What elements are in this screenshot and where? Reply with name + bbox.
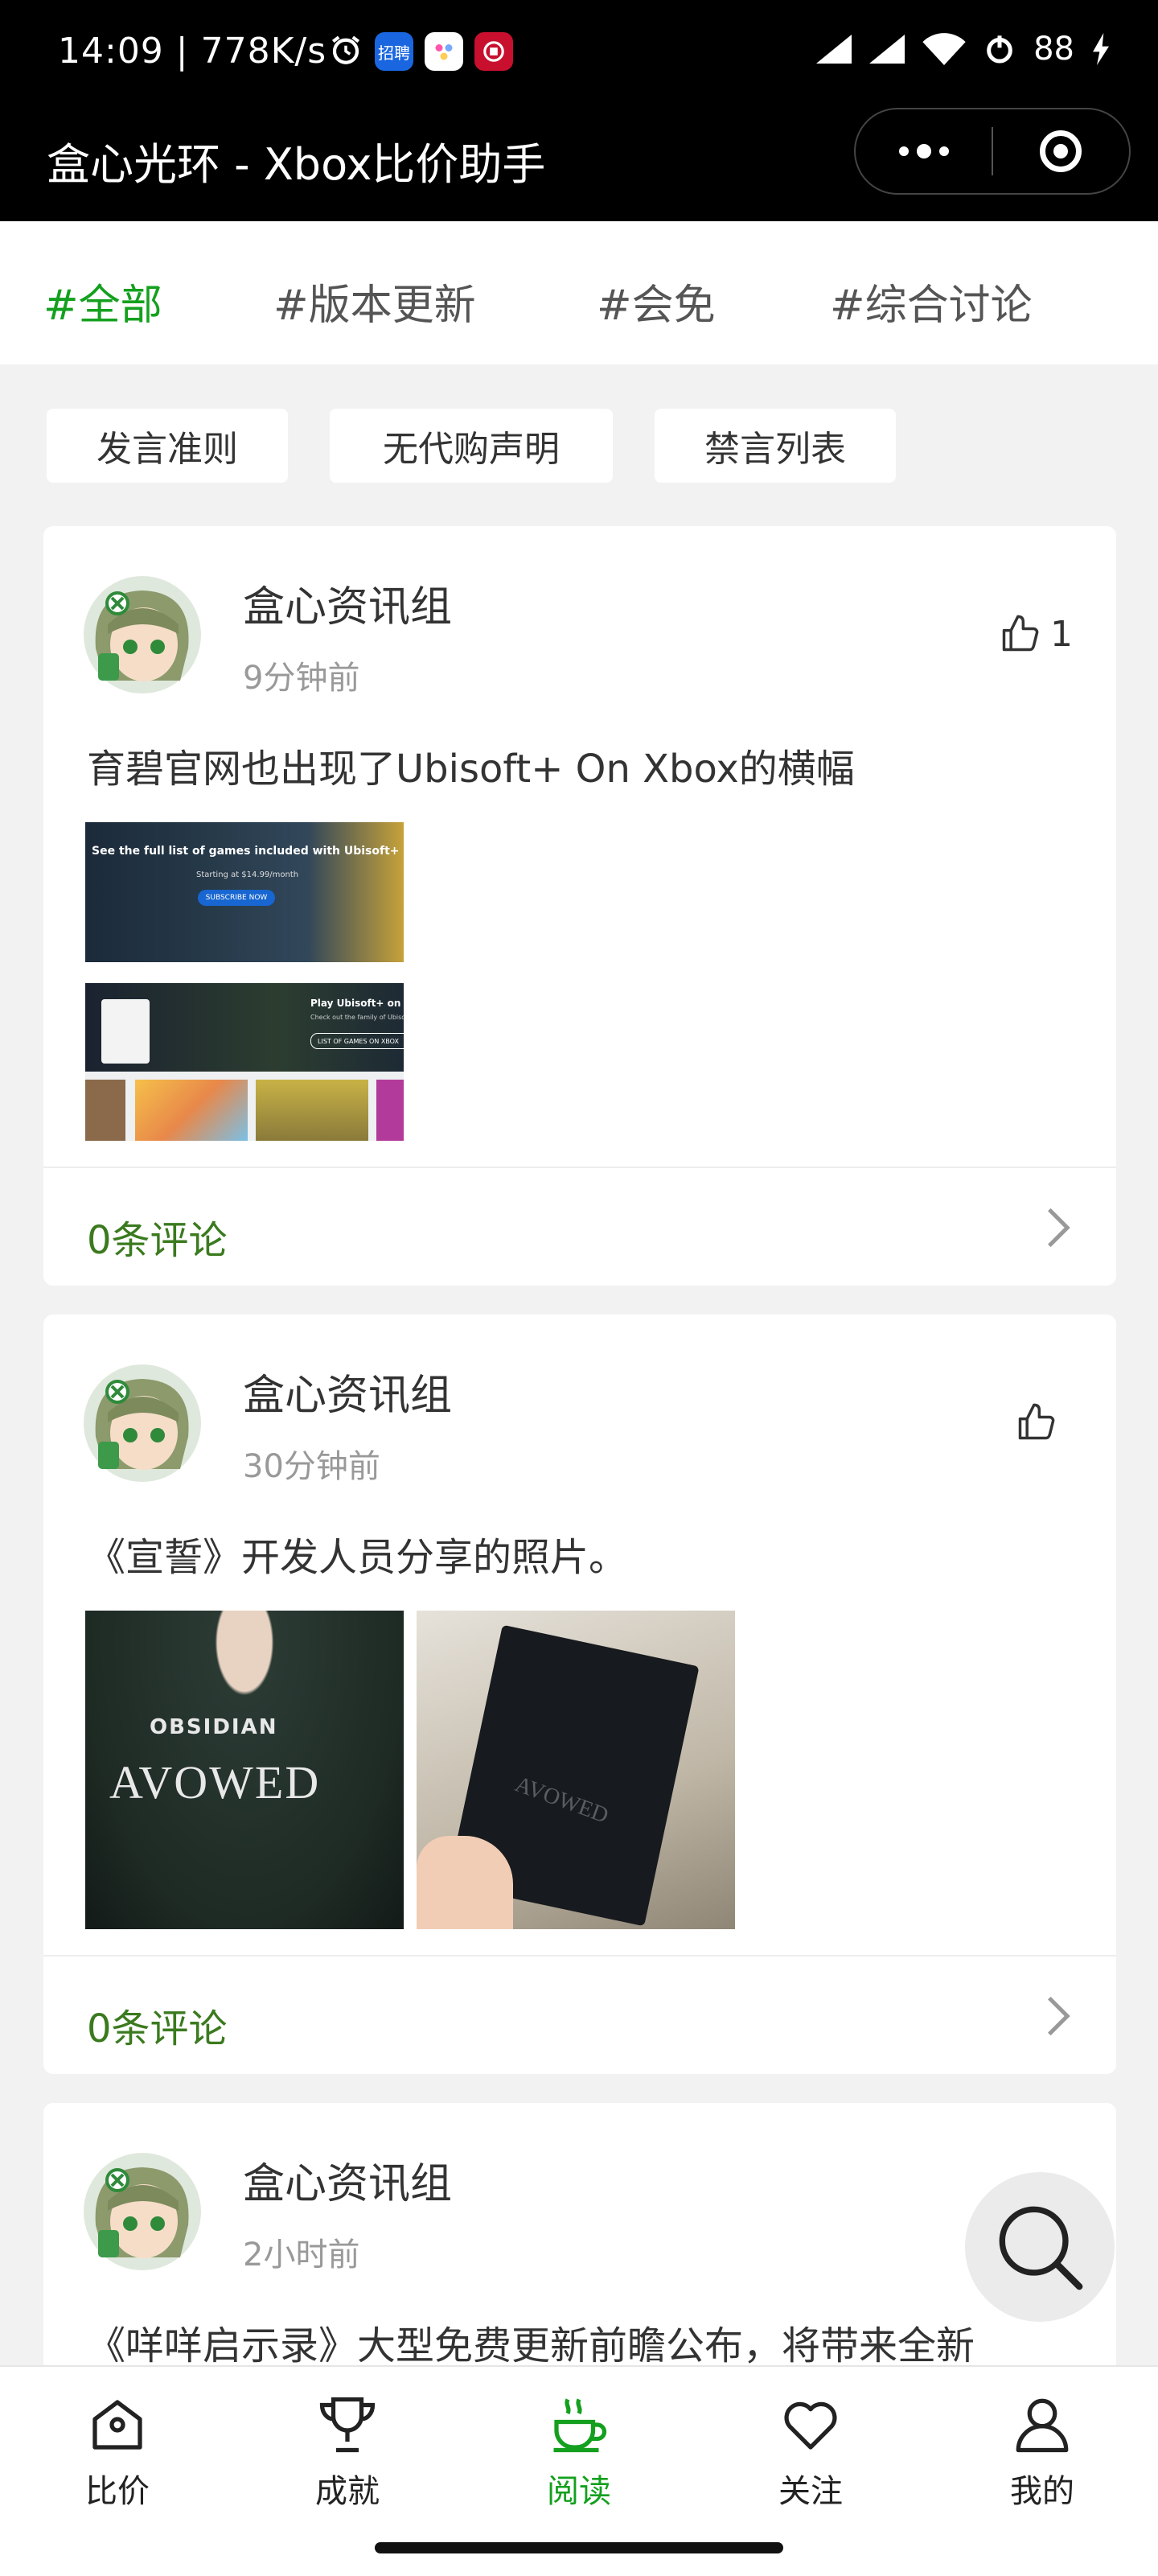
post-card[interactable]: 盒心资讯组 9分钟前 1 育碧官网也出现了Ubisoft+ On Xbox的横幅… [43, 526, 1116, 1286]
avatar[interactable] [84, 1364, 201, 1482]
post-image[interactable]: See the full list of games included with… [85, 822, 404, 962]
bank-app-icon [474, 32, 513, 71]
nav-item-price-compare[interactable]: 比价 [53, 2391, 182, 2512]
status-notification-icons: 招聘 [328, 32, 513, 71]
post-image[interactable]: AVOWED [417, 1611, 735, 1929]
image-caption: OBSIDIAN [150, 1715, 278, 1739]
post-image[interactable]: OBSIDIAN AVOWED [85, 1611, 404, 1929]
charging-icon [1093, 33, 1109, 65]
signal-icon [816, 35, 852, 64]
image-button: SUBSCRIBE NOW [198, 890, 275, 906]
like-button[interactable] [1015, 1401, 1066, 1443]
divider [43, 1955, 1116, 1957]
nav-item-mine[interactable]: 我的 [978, 2391, 1107, 2512]
nav-item-achievements[interactable]: 成就 [283, 2391, 412, 2512]
like-count: 1 [1050, 613, 1073, 655]
home-indicator[interactable] [375, 2542, 783, 2553]
avatar[interactable] [84, 2153, 201, 2270]
image-button: LIST OF GAMES ON XBOX [310, 1033, 404, 1049]
more-button[interactable] [856, 144, 992, 158]
like-button[interactable]: 1 [999, 613, 1073, 655]
heart-icon [784, 2401, 837, 2450]
battery-level: 88 [1033, 31, 1074, 68]
chevron-right-icon[interactable] [1044, 1994, 1073, 2039]
author-name[interactable]: 盒心资讯组 [243, 573, 452, 633]
search-button[interactable] [965, 2172, 1115, 2322]
recruit-app-icon: 招聘 [375, 32, 413, 71]
house-tag-icon [92, 2400, 142, 2450]
post-text[interactable]: 《咩咩启示录》大型免费更新前瞻公布，将带来全新 [87, 2314, 975, 2370]
no-proxy-statement-button[interactable]: 无代购声明 [330, 409, 613, 483]
tab-general-discussion[interactable]: #综合讨论 [830, 271, 1033, 331]
image-caption: See the full list of games included with… [92, 845, 400, 858]
post-time: 30分钟前 [243, 1448, 380, 1485]
post-time: 2小时前 [243, 2237, 360, 2274]
author-name[interactable]: 盒心资讯组 [243, 2150, 452, 2210]
image-subcaption: Starting at $14.99/month [196, 870, 299, 879]
post-card[interactable]: 盒心资讯组 30分钟前 《宣誓》开发人员分享的照片。 OBSIDIAN AVOW… [43, 1315, 1116, 2074]
ban-list-button[interactable]: 禁言列表 [655, 409, 896, 483]
page-title: 盒心光环 - Xbox比价助手 [47, 139, 546, 190]
comment-count-link[interactable]: 0条评论 [87, 1997, 228, 2053]
post-text[interactable]: 育碧官网也出现了Ubisoft+ On Xbox的横幅 [87, 737, 855, 793]
post-image[interactable]: Play Ubisoft+ on Xbox Check out the fami… [85, 983, 404, 1141]
close-target-icon [1040, 130, 1082, 172]
nav-label: 我的 [1010, 2473, 1074, 2510]
nav-item-reading[interactable]: 阅读 [515, 2391, 643, 2512]
close-button[interactable] [993, 130, 1129, 172]
more-dot [916, 144, 931, 158]
author-name[interactable]: 盒心资讯组 [243, 1361, 452, 1422]
tab-free-games[interactable]: #会免 [597, 271, 716, 331]
image-subcaption: AVOWED [109, 1756, 321, 1809]
nav-label: 关注 [778, 2473, 843, 2510]
image-caption: Play Ubisoft+ on Xbox [310, 998, 404, 1009]
speech-rules-button[interactable]: 发言准则 [47, 409, 288, 483]
status-time: 14:09 | 778K/s [58, 31, 327, 72]
alarm-icon [328, 32, 363, 68]
nav-label: 阅读 [547, 2473, 611, 2510]
thumbs-up-icon [1018, 1403, 1055, 1440]
more-dot [938, 146, 949, 156]
status-bar: 14:09 | 778K/s 招聘 88 [0, 0, 1158, 105]
mini-program-capsule [854, 108, 1131, 195]
person-icon [1016, 2398, 1069, 2453]
coffee-cup-icon [553, 2398, 607, 2453]
avatar[interactable] [84, 576, 201, 693]
nav-label: 比价 [85, 2473, 150, 2510]
tab-version-update[interactable]: #版本更新 [273, 271, 476, 331]
more-dot [898, 146, 909, 156]
app-header: 盒心光环 - Xbox比价助手 [0, 105, 1158, 221]
status-system-icons: 88 [816, 31, 1110, 68]
divider [43, 1167, 1116, 1168]
power-icon [987, 35, 1012, 64]
post-text[interactable]: 《宣誓》开发人员分享的照片。 [87, 1525, 627, 1582]
palette-app-icon [425, 32, 463, 71]
signal-icon [869, 35, 905, 64]
post-time: 9分钟前 [243, 660, 360, 697]
topic-tabs: #全部 #版本更新 #会免 #综合讨论 [0, 221, 1158, 364]
nav-label: 成就 [315, 2473, 380, 2510]
chevron-right-icon[interactable] [1044, 1205, 1073, 1250]
nav-item-follow[interactable]: 关注 [746, 2391, 875, 2512]
comment-count-link[interactable]: 0条评论 [87, 1208, 228, 1265]
wifi-icon [922, 33, 966, 65]
search-icon [999, 2206, 1083, 2290]
image-subcaption: Check out the family of Ubisoft games [310, 1014, 404, 1021]
thumbs-up-icon [1002, 615, 1039, 652]
trophy-icon [319, 2397, 376, 2453]
tab-all[interactable]: #全部 [43, 271, 162, 331]
